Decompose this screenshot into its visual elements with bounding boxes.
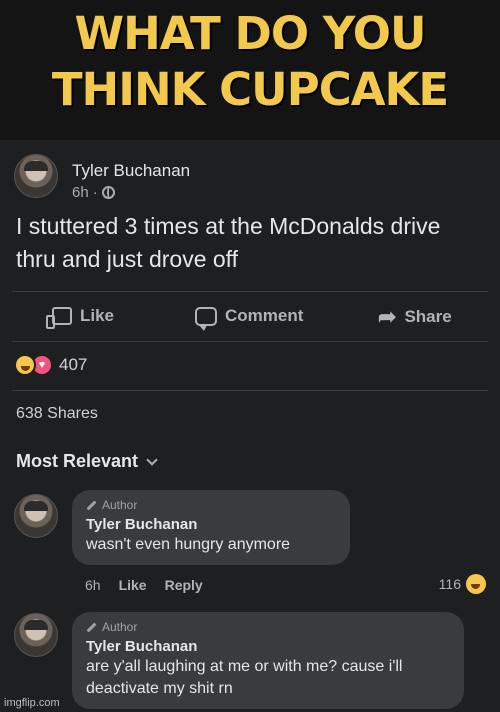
share-arrow-icon: ➦ xyxy=(378,304,397,329)
post-meta: 6h · xyxy=(72,184,115,201)
like-button[interactable]: Like xyxy=(46,306,115,329)
author-avatar[interactable] xyxy=(14,154,58,198)
commenter-avatar[interactable] xyxy=(14,494,58,538)
comment-time[interactable]: 6h xyxy=(85,577,101,593)
chevron-down-icon xyxy=(146,453,158,466)
author-badge: Author xyxy=(86,498,336,512)
comment-icon xyxy=(195,306,217,331)
sort-label: Most Relevant xyxy=(16,451,139,471)
divider xyxy=(12,390,488,391)
thumbs-up-icon xyxy=(46,307,72,329)
post-text: I stuttered 3 times at the McDonalds dri… xyxy=(16,213,441,272)
comment-like-link[interactable]: Like xyxy=(119,577,147,593)
caption-line-1: WHAT DO YOU xyxy=(74,7,426,60)
haha-reaction-icon xyxy=(14,354,36,376)
pen-icon xyxy=(86,500,97,510)
divider xyxy=(12,341,488,342)
meme-caption: WHAT DO YOU THINK CUPCAKE xyxy=(0,0,500,140)
author-badge-label: Author xyxy=(102,498,138,512)
reaction-count: 407 xyxy=(59,355,88,374)
comment-label: Comment xyxy=(225,306,304,325)
pen-icon xyxy=(86,622,97,632)
caption-line-2: THINK CUPCAKE xyxy=(51,63,449,116)
share-label: Share xyxy=(404,307,452,326)
post-time[interactable]: 6h xyxy=(72,184,89,201)
facebook-post: Tyler Buchanan 6h · I stuttered 3 times … xyxy=(0,140,500,712)
author-badge-label: Author xyxy=(102,620,138,634)
comment-sort-dropdown[interactable]: Most Relevant xyxy=(16,451,158,472)
share-count[interactable]: 638 Shares xyxy=(16,405,98,423)
commenter-avatar[interactable] xyxy=(14,613,58,657)
comment-button[interactable]: Comment xyxy=(195,306,304,331)
imgflip-watermark: imgflip.com xyxy=(4,697,60,709)
comment-bubble: Author Tyler Buchanan are y'all laughing… xyxy=(72,612,464,709)
comment-bubble: Author Tyler Buchanan wasn't even hungry… xyxy=(72,490,350,565)
author-badge: Author xyxy=(86,620,450,634)
post-author-name[interactable]: Tyler Buchanan xyxy=(72,161,190,181)
globe-icon xyxy=(101,186,115,199)
divider xyxy=(12,291,488,292)
haha-reaction-icon xyxy=(466,574,486,594)
comment-reaction-number: 116 xyxy=(438,576,461,592)
comment-actions: 6h Like Reply xyxy=(85,577,203,593)
comment-author-name[interactable]: Tyler Buchanan xyxy=(86,638,450,655)
reaction-summary[interactable]: ♥ 407 xyxy=(14,354,87,376)
comment-reply-link[interactable]: Reply xyxy=(165,577,203,593)
share-button[interactable]: ➦ Share xyxy=(378,306,452,328)
comment-text: are y'all laughing at me or with me? cau… xyxy=(86,658,403,697)
comment-reaction-count[interactable]: 116 xyxy=(439,574,486,594)
like-label: Like xyxy=(80,306,115,325)
comment-author-name[interactable]: Tyler Buchanan xyxy=(86,516,336,533)
meta-separator: · xyxy=(92,184,98,201)
comment-text: wasn't even hungry anymore xyxy=(86,536,291,553)
